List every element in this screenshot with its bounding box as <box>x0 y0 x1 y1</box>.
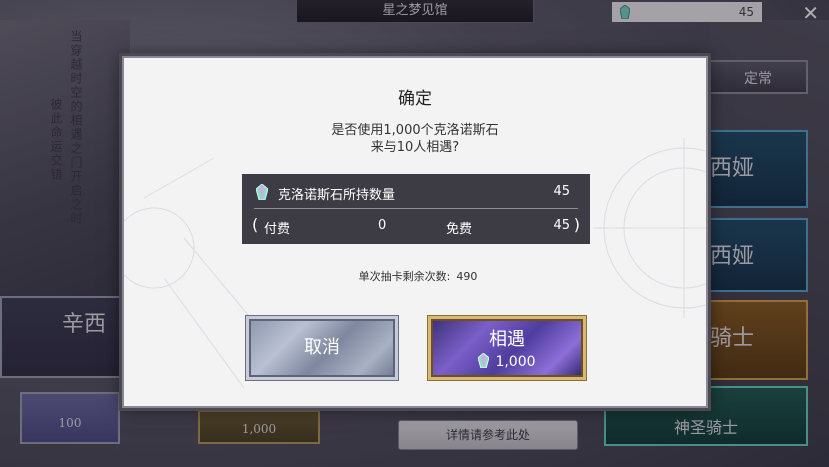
balance-total: 45 <box>553 184 570 199</box>
cancel-button[interactable]: 取消 <box>246 316 398 380</box>
dialog-message: 是否使用1,000个克洛诺斯石 来与10人相遇? <box>124 122 706 156</box>
gem-icon <box>478 353 490 368</box>
paid-value: 0 <box>378 218 387 233</box>
remaining-draws: 单次抽卡剩余次数: 490 <box>124 268 706 284</box>
remaining-draws-value: 490 <box>456 270 478 283</box>
balance-breakdown-row: ( 付费 0 免费 45 ) <box>242 210 590 244</box>
remaining-draws-label: 单次抽卡剩余次数: <box>358 270 451 283</box>
summon-cost-value: 1,000 <box>495 354 536 370</box>
stone-balance-panel: 克洛诺斯石所持数量 45 ( 付费 0 免费 45 ) <box>242 174 590 244</box>
free-label: 免费 <box>446 222 473 237</box>
summon-button-label: 相遇 <box>489 329 525 350</box>
balance-divider <box>254 208 578 209</box>
free-value: 45 <box>553 218 570 233</box>
balance-total-row: 克洛诺斯石所持数量 45 <box>242 174 590 209</box>
confirm-dialog: 确定 是否使用1,000个克洛诺斯石 来与10人相遇? 克洛诺斯石所持数量 45… <box>122 56 708 408</box>
cancel-button-label: 取消 <box>304 337 340 358</box>
summon-confirm-button[interactable]: 相遇 1,000 <box>428 316 586 380</box>
balance-label: 克洛诺斯石所持数量 <box>278 188 396 203</box>
paren-left: ( <box>252 215 259 234</box>
gem-icon <box>256 184 268 200</box>
dialog-message-line-1: 是否使用1,000个克洛诺斯石 <box>331 123 499 138</box>
summon-cost: 1,000 <box>431 353 583 370</box>
dialog-title: 确定 <box>398 89 432 109</box>
paid-label: 付费 <box>264 222 291 237</box>
dialog-message-line-2: 来与10人相遇? <box>370 140 460 155</box>
paren-right: ) <box>573 215 580 234</box>
